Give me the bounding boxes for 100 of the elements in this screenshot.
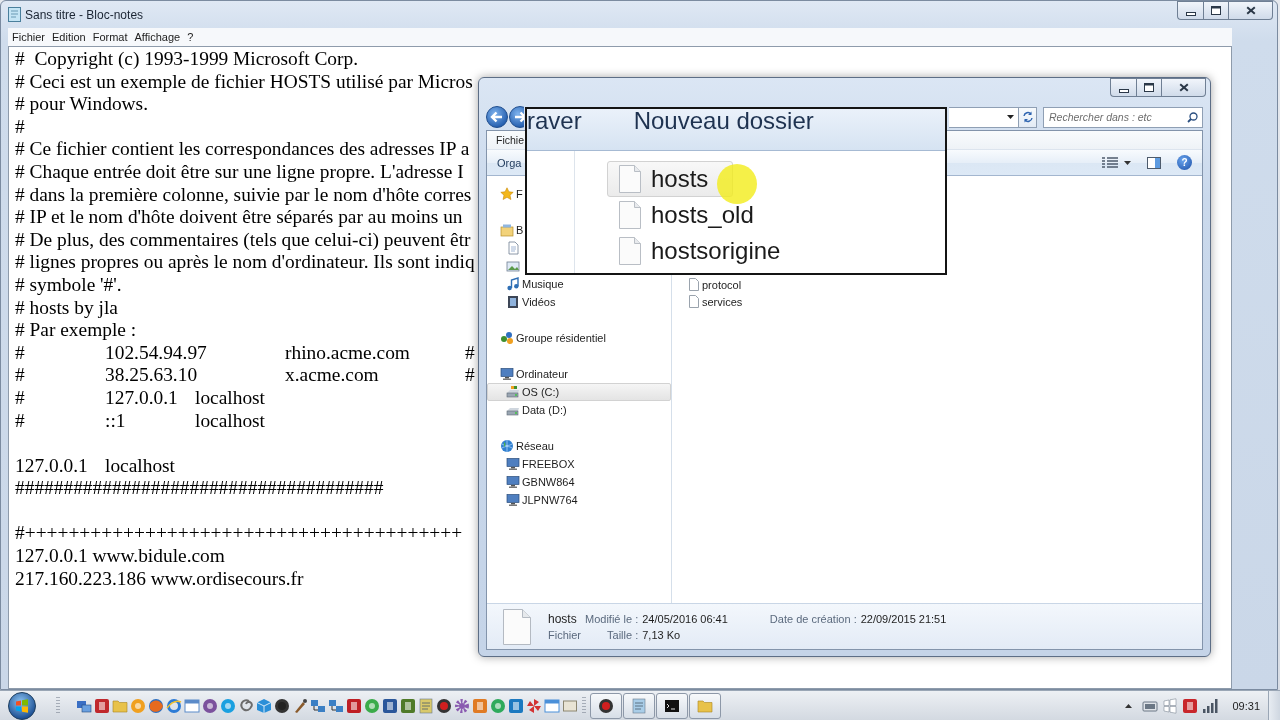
- file-item[interactable]: services: [686, 293, 747, 310]
- library-icon: [500, 223, 514, 237]
- preview-pane-icon: [1147, 156, 1161, 169]
- flag-icon[interactable]: [1162, 697, 1179, 714]
- record-icon[interactable]: [436, 697, 452, 714]
- field-value: 7,13 Ko: [642, 628, 682, 641]
- clock[interactable]: 09:31: [1228, 699, 1264, 712]
- swirl-icon[interactable]: [238, 697, 254, 714]
- computer-icon: [500, 367, 514, 381]
- round-app-icon[interactable]: [202, 697, 218, 714]
- computer-icon: [506, 457, 520, 471]
- menu-item[interactable]: Fichie: [495, 134, 525, 146]
- text-line: # Par exemple :: [15, 319, 137, 342]
- text-line: # dans la première colonne, suivie par le nom d'hôte corres: [15, 183, 472, 207]
- record-icon[interactable]: [274, 697, 290, 714]
- back-button[interactable]: [486, 106, 508, 128]
- tree-item[interactable]: F: [487, 185, 528, 203]
- refresh-icon: [1021, 111, 1034, 123]
- taskbar-button[interactable]: [590, 692, 622, 719]
- toolbar-button[interactable]: raver: [527, 109, 582, 133]
- start-button[interactable]: [6, 690, 38, 720]
- toolbar-button[interactable]: Orga: [496, 156, 523, 169]
- toolbar-button[interactable]: Nouveau dossier: [633, 109, 814, 133]
- text-line: # 38.25.63.10 x.acme.com #: [15, 364, 475, 387]
- app-tile-icon[interactable]: [400, 697, 416, 714]
- menu-item[interactable]: Affichage: [131, 28, 184, 46]
- preview-pane-button[interactable]: [1147, 156, 1161, 169]
- app-tile-icon[interactable]: [382, 697, 398, 714]
- pinwheel-icon[interactable]: [526, 697, 542, 714]
- app-tile-icon[interactable]: [1182, 697, 1199, 714]
- file-item[interactable]: protocol: [686, 276, 746, 293]
- menu-item[interactable]: Fichier: [9, 28, 48, 46]
- caret-up-icon: [1124, 703, 1132, 708]
- text-line: 127.0.0.1 localhost: [15, 454, 175, 478]
- tree-item[interactable]: Groupe résidentiel: [487, 329, 611, 347]
- notepad-icon: [8, 7, 21, 22]
- search-field[interactable]: Rechercher dans : etc: [1043, 106, 1203, 128]
- drive-icon: [506, 385, 520, 399]
- record-icon: [598, 697, 614, 714]
- brush-icon[interactable]: [292, 697, 308, 714]
- window-icon[interactable]: [544, 697, 560, 714]
- address-field[interactable]: [949, 106, 1019, 128]
- picture-icon: [506, 259, 520, 273]
- field-label: Date de création :: [769, 612, 857, 625]
- text-line: 217.160.223.186 www.ordisecours.fr: [15, 567, 304, 591]
- round-app-icon[interactable]: [364, 697, 380, 714]
- tree-item[interactable]: FREEBOX: [487, 455, 580, 473]
- search-icon[interactable]: [1187, 111, 1198, 123]
- file-item[interactable]: hosts: [607, 161, 734, 197]
- tree-item[interactable]: Vidéos: [487, 293, 561, 311]
- box-icon[interactable]: [562, 697, 578, 714]
- menu-item[interactable]: ?: [184, 28, 197, 46]
- globe-icon[interactable]: [148, 697, 164, 714]
- tree-item[interactable]: Réseau: [487, 437, 559, 455]
- app-tile-icon[interactable]: [508, 697, 524, 714]
- spheres-icon: [500, 331, 514, 345]
- document-icon: [506, 241, 520, 255]
- text-line: ######################################: [15, 477, 384, 500]
- maximize-button[interactable]: [1136, 78, 1162, 97]
- close-icon: [1178, 83, 1189, 92]
- tree-item[interactable]: B: [487, 221, 529, 239]
- text-line: # 102.54.94.97 rhino.acme.com #: [15, 341, 475, 365]
- minimize-button[interactable]: [1177, 1, 1203, 20]
- file-icon: [503, 608, 531, 645]
- gear-icon[interactable]: [454, 697, 470, 714]
- tree-item[interactable]: JLPNW764: [487, 491, 583, 509]
- window-icon[interactable]: [184, 697, 200, 714]
- file-item[interactable]: hosts_old: [607, 197, 779, 233]
- tree-item[interactable]: GBNW864: [487, 473, 580, 491]
- tree-item[interactable]: Data (D:): [487, 401, 572, 419]
- app-tile-icon[interactable]: [346, 697, 362, 714]
- tree-item[interactable]: OS (C:): [487, 383, 671, 401]
- round-app-icon[interactable]: [220, 697, 236, 714]
- signal-bars-icon[interactable]: [1202, 697, 1219, 714]
- search-input[interactable]: Rechercher dans : etc: [1049, 109, 1184, 125]
- app-tile-icon[interactable]: [472, 697, 488, 714]
- forward-button[interactable]: [509, 106, 524, 128]
- menu-item[interactable]: Format: [89, 28, 131, 46]
- menu-item[interactable]: Edition: [49, 28, 89, 46]
- taskbar-button[interactable]: [656, 692, 688, 719]
- file-icon: [619, 201, 641, 229]
- refresh-button[interactable]: [1019, 106, 1037, 128]
- view-options-button[interactable]: [1102, 156, 1131, 169]
- tree-item[interactable]: Musique: [487, 275, 569, 293]
- close-button[interactable]: [1162, 78, 1206, 97]
- round-app-icon[interactable]: [490, 697, 506, 714]
- tree-item[interactable]: Ordinateur: [487, 365, 573, 383]
- file-icon: [619, 165, 641, 193]
- network-icon[interactable]: [310, 697, 326, 714]
- ring-icon[interactable]: [166, 697, 182, 714]
- film-icon: [506, 295, 520, 309]
- close-button[interactable]: [1229, 1, 1273, 20]
- file-item[interactable]: hostsorigine: [607, 233, 806, 269]
- network-icon[interactable]: [328, 697, 344, 714]
- field-label: Modifié le :: [585, 612, 639, 625]
- minimize-button[interactable]: [1110, 78, 1136, 97]
- text-line: # Copyright (c) 1993-1999 Microsoft Corp.: [15, 48, 359, 71]
- maximize-button[interactable]: [1203, 1, 1229, 20]
- app-tile-icon[interactable]: [94, 697, 110, 714]
- globe-icon: [500, 439, 514, 453]
